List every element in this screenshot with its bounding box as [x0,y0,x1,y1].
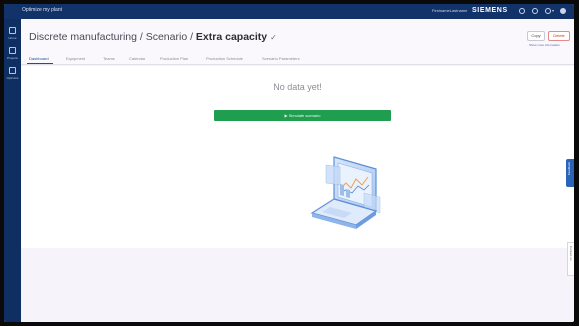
copy-button[interactable]: Copy [527,31,545,41]
avatar-icon[interactable] [560,8,566,14]
page-title: Discrete manufacturing / Scenario / Extr… [29,31,277,43]
rail-item-label: Home [8,36,17,40]
show-more-link[interactable]: Show more information [529,43,560,47]
scenario-name: Extra capacity [195,31,268,43]
chevron-down-icon[interactable]: ▾ [552,8,554,13]
laptop-illustration-icon [310,156,381,229]
rail-item-optimize[interactable]: Optimize [4,65,21,85]
tab-production-schedule[interactable]: Production Schedule [206,56,243,61]
top-bar: Optimize my plant FirstnameLastname SIEM… [4,4,574,19]
tab-calendar[interactable]: Calendar [129,56,145,61]
brand-logo: SIEMENS [472,7,508,14]
simulate-scenario-button[interactable]: ▶ Simulate scenario [214,110,391,121]
tab-dashboard[interactable]: Dashboard [29,56,49,61]
page-header: Discrete manufacturing / Scenario / Extr… [21,19,574,53]
check-icon[interactable]: ✓ [270,33,277,42]
bell-icon[interactable] [519,8,525,14]
tab-production-plan[interactable]: Production Plan [160,56,188,61]
contact-us-label: Contact us [569,246,573,261]
contact-us-tab[interactable]: Contact us [567,242,574,276]
left-rail: Home Projects Optimize [4,19,21,322]
breadcrumb[interactable]: Discrete manufacturing / Scenario / [29,31,196,43]
flow-icon [9,67,16,74]
active-tab-indicator [27,63,53,64]
feedback-tab[interactable]: Feedback [566,159,574,187]
rail-item-label: Optimize [6,76,19,80]
rail-item-home[interactable]: Home [4,25,21,45]
help-icon[interactable] [532,8,538,14]
dashboard-panel: No data yet! ▶ Simulate scenario [21,66,574,248]
lower-area [21,248,574,322]
tab-bar: Dashboard Equipment Teams Calendar Produ… [21,53,574,65]
delete-button[interactable]: Delete [548,31,570,41]
tab-teams[interactable]: Teams [103,56,115,61]
tab-scenario-parameters[interactable]: Scenario Parameters [262,56,300,61]
tab-equipment[interactable]: Equipment [66,56,85,61]
user-name[interactable]: FirstnameLastname [432,8,467,13]
rail-item-label: Projects [7,56,18,60]
app-title: Optimize my plant [22,7,63,13]
folder-icon [9,47,16,54]
feedback-label: Feedback [567,162,571,176]
rail-item-projects[interactable]: Projects [4,45,21,65]
app-window: Optimize my plant FirstnameLastname SIEM… [4,4,574,322]
settings-icon[interactable] [545,8,551,14]
home-icon [9,27,16,34]
empty-state-message: No data yet! [273,82,322,92]
